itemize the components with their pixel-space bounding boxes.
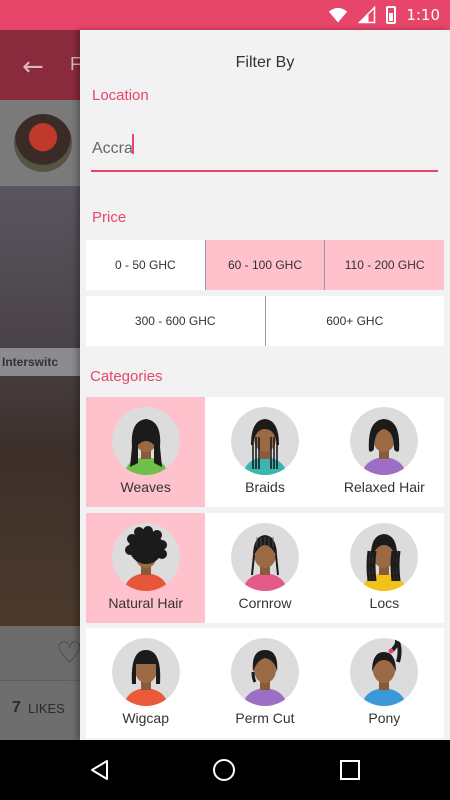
clock: 1:10: [406, 6, 440, 24]
back-icon[interactable]: [88, 758, 112, 782]
category-label: Natural Hair: [108, 595, 184, 611]
category-cornrow[interactable]: Cornrow: [205, 513, 325, 623]
location-label: Location: [92, 87, 149, 104]
back-arrow-icon: ←: [22, 52, 44, 82]
category-perm-cut[interactable]: Perm Cut: [205, 628, 325, 738]
heart-icon: ♡: [56, 636, 80, 671]
bg-photo: [0, 186, 80, 626]
price-row-1: 0 - 50 GHC 60 - 100 GHC 110 - 200 GHC: [86, 240, 445, 290]
text-caret: [132, 134, 134, 154]
avatar: [14, 114, 72, 172]
categories-label: Categories: [90, 368, 163, 385]
bg-sign-text: Interswitc: [0, 348, 80, 376]
bg-profile-row: [0, 100, 80, 186]
category-label: Wigcap: [122, 710, 169, 726]
category-relaxed-hair[interactable]: Relaxed Hair: [324, 397, 444, 507]
filter-drawer: Filter By Location Price 0 - 50 GHC 60 -…: [80, 30, 450, 740]
signal-icon: [358, 6, 376, 24]
pony-avatar-icon: [350, 638, 419, 706]
bg-title: F: [70, 54, 80, 74]
recents-icon[interactable]: [338, 758, 362, 782]
perm-cut-avatar-icon: [230, 638, 299, 706]
braids-avatar-icon: [230, 407, 299, 475]
category-label: Weaves: [120, 479, 171, 495]
price-row-2: 300 - 600 GHC 600+ GHC: [86, 296, 444, 346]
bg-likes-row: 7 LIKES: [0, 680, 80, 740]
category-label: Pony: [368, 710, 401, 726]
category-weaves[interactable]: Weaves: [86, 397, 206, 507]
battery-icon: [386, 6, 397, 24]
category-label: Locs: [369, 595, 400, 611]
relaxed-hair-avatar-icon: [350, 407, 419, 475]
natural-hair-avatar-icon: [111, 523, 180, 591]
price-option-300-600[interactable]: 300 - 600 GHC: [86, 296, 266, 346]
background-screen: ← F Interswitc ♡ 7 LIKES: [0, 30, 80, 740]
home-icon[interactable]: [212, 758, 236, 782]
wigcap-avatar-icon: [111, 638, 180, 706]
category-natural-hair[interactable]: Natural Hair: [86, 513, 206, 623]
locs-avatar-icon: [350, 523, 419, 591]
category-locs[interactable]: Locs: [324, 513, 444, 623]
category-label: Braids: [245, 479, 285, 495]
price-option-60-100[interactable]: 60 - 100 GHC: [205, 240, 326, 290]
category-label: Relaxed Hair: [343, 479, 425, 495]
navigation-bar: [0, 740, 450, 800]
location-input[interactable]: [91, 128, 438, 172]
category-row-3: Wigcap Perm Cut Pony: [86, 628, 444, 738]
weaves-avatar-icon: [111, 407, 180, 475]
category-label: Cornrow: [238, 595, 292, 611]
likes-count: 7: [12, 699, 21, 716]
category-row-1: Weaves Braids Relaxed Hair: [86, 397, 444, 507]
price-option-600-plus[interactable]: 600+ GHC: [265, 296, 444, 346]
drawer-title: Filter By: [235, 54, 295, 71]
wifi-icon: [329, 7, 348, 23]
category-label: Perm Cut: [235, 710, 295, 726]
category-pony[interactable]: Pony: [324, 628, 444, 738]
price-label: Price: [92, 209, 127, 226]
category-row-2: Natural Hair Cornrow Locs: [86, 513, 444, 623]
status-bar: 1:10: [0, 0, 450, 30]
likes-label: LIKES: [28, 701, 65, 716]
price-option-0-50[interactable]: 0 - 50 GHC: [86, 240, 206, 290]
price-option-110-200[interactable]: 110 - 200 GHC: [325, 240, 445, 290]
bg-app-bar: ← F: [0, 30, 80, 100]
cornrow-avatar-icon: [230, 523, 299, 591]
category-braids[interactable]: Braids: [205, 397, 325, 507]
category-wigcap[interactable]: Wigcap: [86, 628, 206, 738]
